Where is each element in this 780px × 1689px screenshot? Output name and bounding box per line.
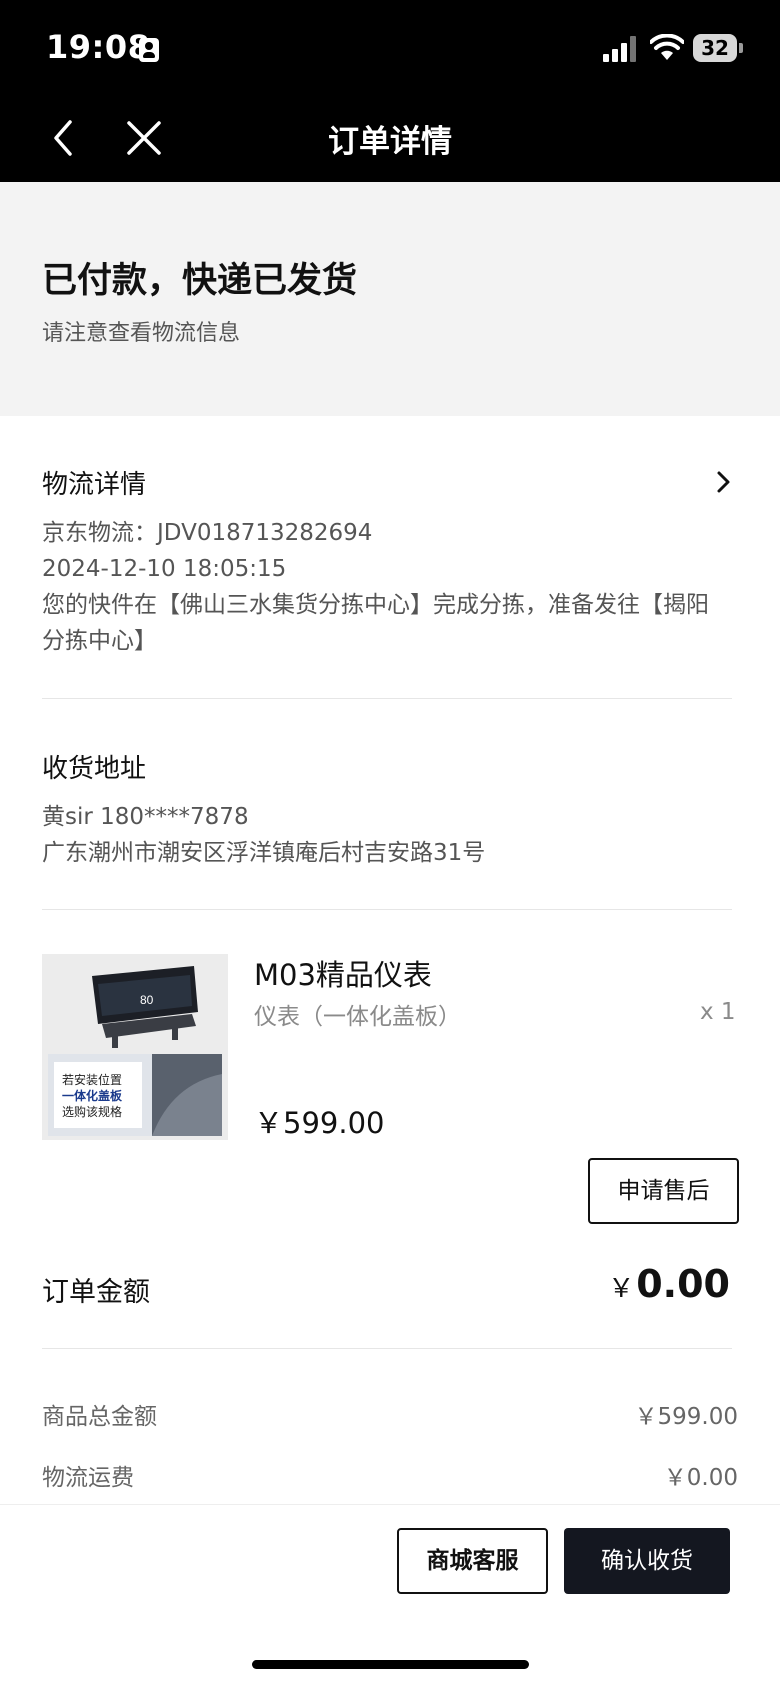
order-status-subtitle: 请注意查看物流信息: [42, 321, 241, 346]
product-quantity: x 1: [700, 999, 736, 1025]
chevron-right-icon[interactable]: [714, 470, 734, 494]
goods-total-value: ￥599.00: [634, 1404, 738, 1430]
apply-aftersale-button[interactable]: 申请售后: [588, 1158, 739, 1224]
status-time: 19:08: [46, 28, 151, 66]
divider: [42, 1348, 732, 1349]
product-spec: 仪表（一体化盖板）: [254, 1004, 461, 1030]
currency-symbol: ￥: [608, 1274, 635, 1304]
cellular-signal-icon: [603, 36, 639, 62]
home-indicator[interactable]: [252, 1660, 529, 1669]
battery-cap: [739, 43, 743, 53]
order-status-banner: 已付款，快递已发货 请注意查看物流信息: [0, 182, 780, 416]
tracking-time: 2024-12-10 18:05:15: [42, 556, 287, 582]
confirm-receipt-button[interactable]: 确认收货: [564, 1528, 730, 1594]
product-image[interactable]: 80 若安装位置 一体化盖板 选购该规格: [42, 954, 228, 1140]
image-caption-1: 若安装位置: [62, 1072, 122, 1087]
product-price: ￥599.00: [254, 1106, 385, 1140]
address-contact: 黄sir 180****7878: [42, 804, 249, 830]
product-name[interactable]: M03精品仪表: [254, 952, 432, 994]
customer-service-button[interactable]: 商城客服: [397, 1528, 548, 1594]
shipping-fee-label: 物流运费: [42, 1465, 134, 1491]
page-title: 订单详情: [328, 124, 452, 160]
tracking-message-line2: 分拣中心】: [42, 628, 157, 654]
contact-card-icon: [139, 38, 159, 62]
order-total-value: ￥0.00: [608, 1262, 730, 1306]
product-screen-value: 80: [140, 993, 154, 1007]
divider: [42, 909, 732, 910]
address-detail: 广东潮州市潮安区浮洋镇庵后村吉安路31号: [42, 840, 486, 866]
logistics-title[interactable]: 物流详情: [42, 464, 146, 501]
tracking-number: 京东物流：JDV018713282694: [42, 520, 373, 546]
shipping-fee-value: ￥0.00: [663, 1465, 738, 1491]
image-caption-3: 选购该规格: [62, 1104, 122, 1119]
order-total-label: 订单金额: [42, 1277, 150, 1308]
order-status-title: 已付款，快递已发货: [42, 261, 358, 301]
image-caption-2: 一体化盖板: [62, 1088, 123, 1103]
top-bar: 19:08 32 订单详情: [0, 0, 780, 182]
wifi-icon: [650, 34, 684, 60]
battery-indicator: 32: [693, 34, 737, 62]
divider: [42, 698, 732, 699]
dashboard-product-illustration: 80 若安装位置 一体化盖板 选购该规格: [42, 954, 228, 1140]
address-title: 收货地址: [42, 754, 147, 784]
order-total-number: 0.00: [636, 1262, 730, 1306]
tracking-message-line1: 您的快件在【佛山三水集货分拣中心】完成分拣，准备发往【揭阳: [42, 592, 709, 618]
goods-total-label: 商品总金额: [42, 1404, 157, 1430]
